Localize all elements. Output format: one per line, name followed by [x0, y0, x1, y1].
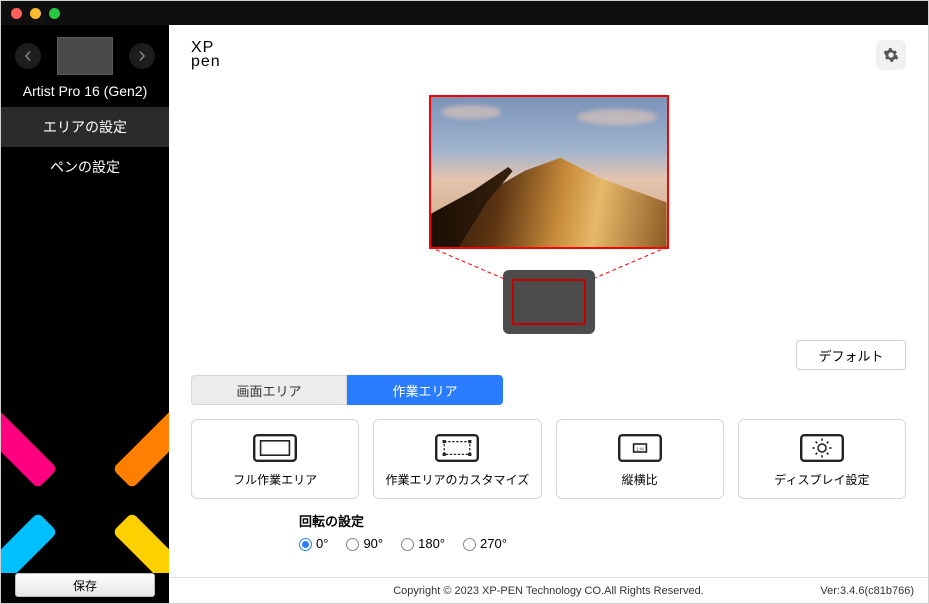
tab-screen-area[interactable]: 画面エリア: [191, 375, 347, 405]
device-thumbnail: [57, 37, 113, 75]
rotation-label: 90°: [363, 536, 383, 551]
card-label: ディスプレイ設定: [774, 471, 869, 488]
radio-icon: [346, 538, 359, 551]
tablet-ratio-icon: 1:N: [616, 431, 664, 465]
rotation-option-270[interactable]: 270°: [463, 536, 507, 551]
card-label: 縦横比: [622, 471, 658, 488]
tablet-active-area: [512, 279, 586, 325]
brand-logo: XP pen: [191, 41, 221, 70]
radio-icon: [463, 538, 476, 551]
tablet-full-icon: [251, 431, 299, 465]
card-full-area[interactable]: フル作業エリア: [191, 419, 359, 499]
main-panel: XP pen: [169, 25, 928, 603]
radio-icon: [401, 538, 414, 551]
version-text: Ver:3.4.6(c81b766): [820, 585, 914, 597]
tab-work-area[interactable]: 作業エリア: [347, 375, 503, 405]
rotation-label: 270°: [480, 536, 507, 551]
app-window: Artist Pro 16 (Gen2) エリアの設定 ペンの設定 保存 XP …: [0, 0, 929, 604]
settings-button[interactable]: [876, 40, 906, 70]
card-custom-area[interactable]: 作業エリアのカスタマイズ: [373, 419, 541, 499]
rotation-label: 180°: [418, 536, 445, 551]
card-display-settings[interactable]: ディスプレイ設定: [738, 419, 906, 499]
logo-line-2: pen: [191, 55, 221, 69]
titlebar: [1, 1, 928, 25]
rotation-title: 回転の設定: [299, 511, 928, 530]
prev-device-button[interactable]: [15, 43, 41, 69]
minimize-window-button[interactable]: [30, 8, 41, 19]
rotation-option-180[interactable]: 180°: [401, 536, 445, 551]
device-switcher: [1, 25, 169, 81]
copyright-text: Copyright © 2023 XP-PEN Technology CO.Al…: [393, 585, 704, 597]
card-label: フル作業エリア: [233, 471, 317, 488]
next-device-button[interactable]: [129, 43, 155, 69]
rotation-section: 回転の設定 0° 90° 180° 270°: [299, 511, 928, 551]
card-label: 作業エリアのカスタマイズ: [386, 471, 530, 488]
rotation-options: 0° 90° 180° 270°: [299, 536, 928, 551]
device-name: Artist Pro 16 (Gen2): [1, 81, 169, 107]
sidebar-item-pen[interactable]: ペンの設定: [1, 147, 169, 187]
close-window-button[interactable]: [11, 8, 22, 19]
footer: Copyright © 2023 XP-PEN Technology CO.Al…: [169, 577, 928, 603]
work-area-cards: フル作業エリア 作業エリアのカスタマイズ 1:N 縦横比 ディスプレイ設定: [191, 419, 906, 499]
rotation-option-90[interactable]: 90°: [346, 536, 383, 551]
svg-text:1:N: 1:N: [636, 446, 644, 452]
radio-icon: [299, 538, 312, 551]
rotation-option-0[interactable]: 0°: [299, 536, 328, 551]
gear-icon: [883, 47, 899, 63]
zoom-window-button[interactable]: [49, 8, 60, 19]
card-aspect-ratio[interactable]: 1:N 縦横比: [556, 419, 724, 499]
brand-decoration: [1, 403, 169, 573]
sidebar: Artist Pro 16 (Gen2) エリアの設定 ペンの設定 保存: [1, 25, 169, 603]
tablet-custom-icon: [433, 431, 481, 465]
topbar: XP pen: [169, 25, 928, 85]
display-settings-icon: [798, 431, 846, 465]
tablet-area-frame[interactable]: [503, 270, 595, 334]
app-body: Artist Pro 16 (Gen2) エリアの設定 ペンの設定 保存 XP …: [1, 25, 928, 603]
save-button[interactable]: 保存: [15, 573, 155, 597]
sidebar-item-area[interactable]: エリアの設定: [1, 107, 169, 147]
rotation-label: 0°: [316, 536, 328, 551]
mapping-preview: デフォルト: [169, 85, 928, 375]
default-button[interactable]: デフォルト: [796, 340, 906, 370]
screen-area-frame[interactable]: [429, 95, 669, 249]
area-tabs: 画面エリア 作業エリア: [191, 375, 906, 405]
screen-preview-image: [431, 97, 667, 247]
